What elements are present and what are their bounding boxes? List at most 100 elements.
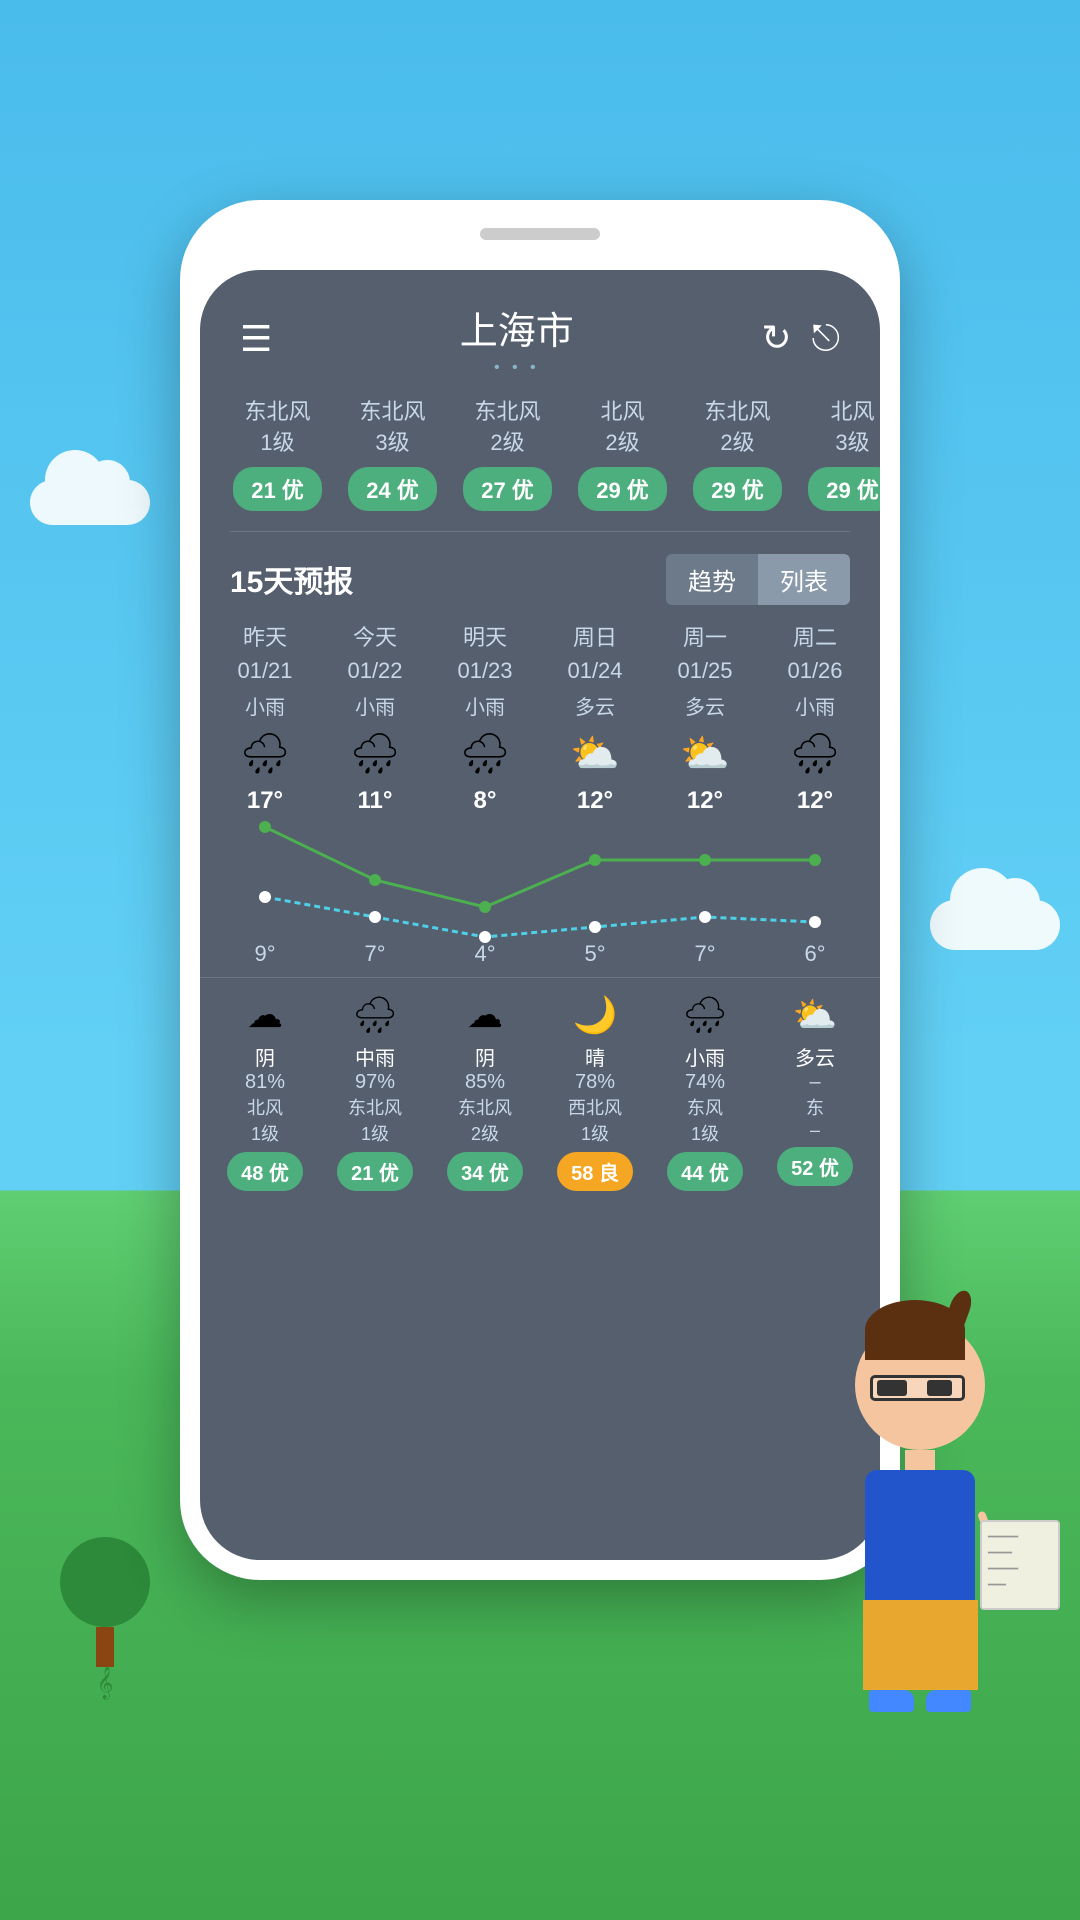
night-condition-2: 阴 [430, 1042, 540, 1071]
aqi-badge-2: 27 优 [463, 467, 552, 511]
tab-list[interactable]: 列表 [758, 554, 850, 605]
wind-3: 西北风1级 [540, 1094, 650, 1146]
bottom-col-5: ⛅ 多云 – 东– 52 优 [760, 994, 870, 1191]
day-col-5: 周二01/26 小雨 [760, 621, 870, 720]
bottom-col-4: 🌧 小雨 74% 东风1级 44 优 [650, 994, 760, 1191]
aqi-col-1: 东北风3级 24 优 [345, 397, 440, 511]
low-temp-labels: 9° 7° 4° 5° 7° 6° [210, 941, 870, 967]
night-icon-5: ⛅ [760, 994, 870, 1036]
phone-screen: ☰ 上海市 • • • ↻ ⎋ 东北风1级 21 优 东北风3级 24 优 东北… [200, 270, 880, 1560]
menu-icon[interactable]: ☰ [240, 318, 272, 360]
cloud-right-decoration [930, 900, 1060, 950]
city-dots: • • • [460, 359, 574, 377]
aqi-col-5: 北风3级 29 优 [805, 397, 880, 511]
aqi-scroll-row: 东北风1级 21 优 东北风3级 24 优 东北风2级 27 优 北风2级 29… [200, 387, 880, 531]
day-condition-1: 小雨 [320, 691, 430, 720]
weather-icon-2: 🌧 [430, 730, 540, 777]
forecast-tabs[interactable]: 趋势 列表 [666, 554, 850, 605]
aqi-bottom-1: 21 优 [337, 1152, 413, 1191]
aqi-col-0: 东北风1级 21 优 [230, 397, 325, 511]
low-temp-1: 7° [320, 941, 430, 967]
bottom-col-2: ☁ 阴 85% 东北风2级 34 优 [430, 994, 540, 1191]
bottom-col-3: 🌙 晴 78% 西北风1级 58 良 [540, 994, 650, 1191]
humidity-2: 85% [430, 1071, 540, 1094]
night-icon-4: 🌧 [650, 994, 760, 1036]
night-condition-0: 阴 [210, 1042, 320, 1071]
aqi-wind-2: 东北风2级 [460, 397, 555, 459]
bottom-col-1: 🌧 中雨 97% 东北风1级 21 优 [320, 994, 430, 1191]
low-temp-2: 4° [430, 941, 540, 967]
humidity-0: 81% [210, 1071, 320, 1094]
wind-0: 北风1级 [210, 1094, 320, 1146]
phone-frame: ☰ 上海市 • • • ↻ ⎋ 东北风1级 21 优 东北风3级 24 优 东北… [180, 200, 900, 1580]
day-label-4: 周一01/25 [650, 621, 760, 687]
wind-4: 东风1级 [650, 1094, 760, 1146]
day-label-5: 周二01/26 [760, 621, 870, 687]
city-name: 上海市 [460, 300, 574, 355]
humidity-3: 78% [540, 1071, 650, 1094]
aqi-bottom-3: 58 良 [557, 1152, 633, 1191]
tree-decoration: 𝄞 [60, 1537, 150, 1700]
tab-trend[interactable]: 趋势 [666, 554, 758, 605]
app-header: ☰ 上海市 • • • ↻ ⎋ [200, 270, 880, 387]
wind-5: 东– [760, 1094, 870, 1141]
character-decoration: ━━━━━━━━━━━━━━━━━ [810, 1320, 1030, 1700]
aqi-badge-1: 24 优 [348, 467, 437, 511]
humidity-1: 97% [320, 1071, 430, 1094]
aqi-bottom-4: 44 优 [667, 1152, 743, 1191]
day-label-3: 周日01/24 [540, 621, 650, 687]
bottom-weather-row: ☁ 阴 81% 北风1级 48 优 🌧 中雨 97% 东北风1级 21 优 ☁ … [200, 977, 880, 1201]
aqi-wind-4: 东北风2级 [690, 397, 785, 459]
aqi-wind-5: 北风3级 [805, 397, 880, 459]
header-actions: ↻ ⎋ [761, 317, 840, 360]
share-icon[interactable]: ⎋ [812, 317, 840, 360]
low-temp-3: 5° [540, 941, 650, 967]
night-condition-1: 中雨 [320, 1042, 430, 1071]
refresh-icon[interactable]: ↻ [761, 317, 791, 360]
aqi-wind-1: 东北风3级 [345, 397, 440, 459]
day-condition-5: 小雨 [760, 691, 870, 720]
night-icon-3: 🌙 [540, 994, 650, 1036]
day-label-0: 昨天01/21 [210, 621, 320, 687]
day-col-2: 明天01/23 小雨 [430, 621, 540, 720]
aqi-badge-0: 21 优 [233, 467, 322, 511]
weather-icon-5: 🌧 [760, 730, 870, 777]
aqi-col-3: 北风2级 29 优 [575, 397, 670, 511]
aqi-badge-3: 29 优 [578, 467, 667, 511]
day-col-1: 今天01/22 小雨 [320, 621, 430, 720]
phone-speaker [480, 228, 600, 240]
bottom-col-0: ☁ 阴 81% 北风1级 48 优 [210, 994, 320, 1191]
night-condition-5: 多云 [760, 1042, 870, 1071]
day-condition-2: 小雨 [430, 691, 540, 720]
aqi-col-4: 东北风2级 29 优 [690, 397, 785, 511]
chart-svg [210, 787, 870, 967]
aqi-col-2: 东北风2级 27 优 [460, 397, 555, 511]
aqi-badge-5: 29 优 [808, 467, 880, 511]
aqi-wind-0: 东北风1级 [230, 397, 325, 459]
day-condition-4: 多云 [650, 691, 760, 720]
wind-1: 东北风1级 [320, 1094, 430, 1146]
weather-icon-4: ⛅ [650, 730, 760, 777]
day-condition-0: 小雨 [210, 691, 320, 720]
aqi-badge-4: 29 优 [693, 467, 782, 511]
day-label-1: 今天01/22 [320, 621, 430, 687]
low-temp-0: 9° [210, 941, 320, 967]
humidity-5: – [760, 1071, 870, 1094]
aqi-bottom-5: 52 优 [777, 1147, 853, 1186]
weather-icon-row-top: 🌧 🌧 🌧 ⛅ ⛅ 🌧 [200, 720, 880, 787]
forecast-header: 15天预报 趋势 列表 [200, 532, 880, 621]
low-temp-4: 7° [650, 941, 760, 967]
forecast-section-title: 15天预报 [230, 557, 353, 601]
weather-icon-3: ⛅ [540, 730, 650, 777]
humidity-4: 74% [650, 1071, 760, 1094]
night-icon-0: ☁ [210, 994, 320, 1036]
aqi-bottom-0: 48 优 [227, 1152, 303, 1191]
weather-icon-0: 🌧 [210, 730, 320, 777]
days-row: 昨天01/21 小雨 今天01/22 小雨 明天01/23 小雨 周日01/24… [200, 621, 880, 720]
night-icon-1: 🌧 [320, 994, 430, 1036]
cloud-left-decoration [30, 480, 150, 525]
temperature-chart: 17° 11° 8° 12° 12° 12° [210, 787, 870, 967]
aqi-bottom-2: 34 优 [447, 1152, 523, 1191]
aqi-wind-3: 北风2级 [575, 397, 670, 459]
night-condition-3: 晴 [540, 1042, 650, 1071]
